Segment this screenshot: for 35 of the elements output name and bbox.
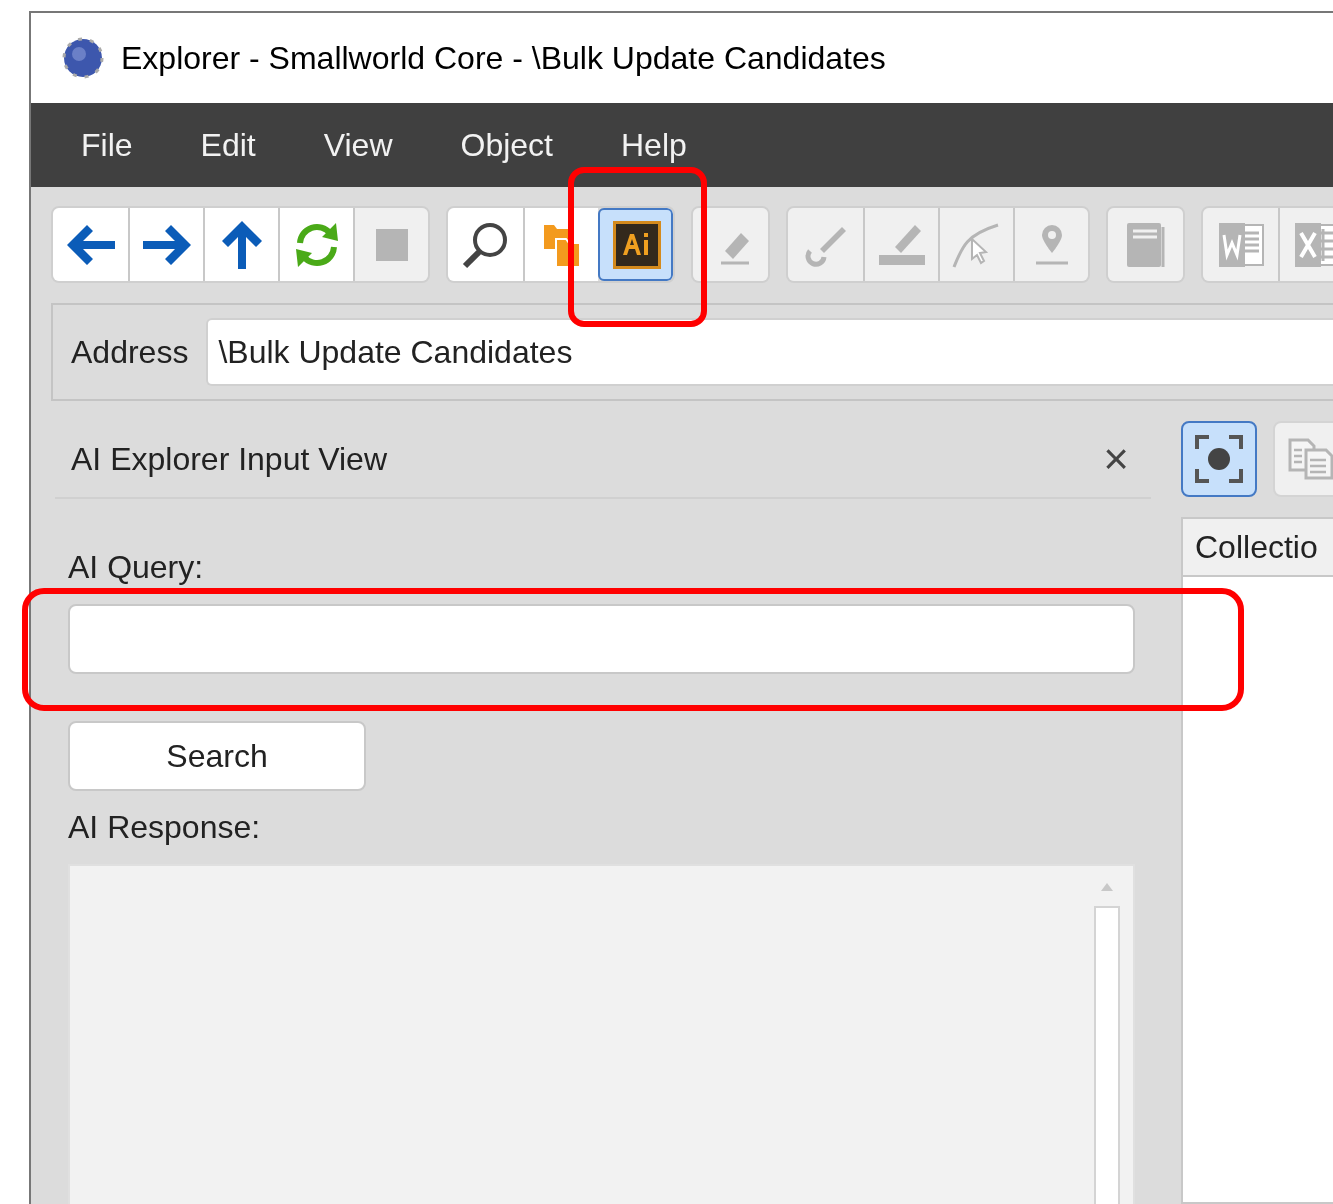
copy-icon: [1288, 438, 1333, 480]
folders-icon: [543, 222, 580, 267]
right-arrow-icon: [140, 222, 193, 267]
menu-item[interactable]: File: [67, 121, 147, 169]
search-icon: [461, 220, 510, 269]
globe-icon: [61, 36, 105, 80]
query-field[interactable]: [68, 604, 1135, 674]
document-icon: [1124, 220, 1167, 269]
close-button[interactable]: ×: [1103, 437, 1129, 481]
angle-icon: [876, 222, 927, 267]
panel-title: AI Explorer Input View: [71, 440, 387, 479]
menu-item[interactable]: Help: [606, 121, 701, 169]
toolbar-button[interactable]: [598, 208, 673, 281]
stop-icon: [375, 228, 408, 261]
focus-target-icon: [1195, 435, 1243, 483]
toolbar-button[interactable]: [448, 208, 523, 281]
response-label: AI Response:: [68, 808, 262, 847]
query-label: AI Query:: [68, 548, 205, 587]
view-tool-button[interactable]: [1181, 421, 1257, 497]
toolbar-button[interactable]: [203, 208, 278, 281]
word-document-icon: [1216, 220, 1265, 269]
scroll-up-icon: [1100, 882, 1114, 892]
address-label: Address: [71, 333, 189, 372]
column-header: Collectio: [1183, 519, 1333, 577]
location-pin-icon: [1033, 222, 1070, 267]
ai-logo-icon: [612, 220, 661, 269]
address-field[interactable]: \Bulk Update Candidates: [206, 318, 1333, 386]
window-title: Explorer - Smallworld Core - \Bulk Update Candidates: [121, 39, 886, 78]
search-button[interactable]: Search: [68, 721, 366, 791]
toolbar-button[interactable]: [53, 208, 128, 281]
menu-item[interactable]: Edit: [186, 121, 270, 169]
toolbar-button[interactable]: [128, 208, 203, 281]
menu-item[interactable]: View: [309, 121, 407, 169]
spreadsheet-icon: [1292, 220, 1333, 269]
menu-item[interactable]: Object: [446, 121, 567, 169]
